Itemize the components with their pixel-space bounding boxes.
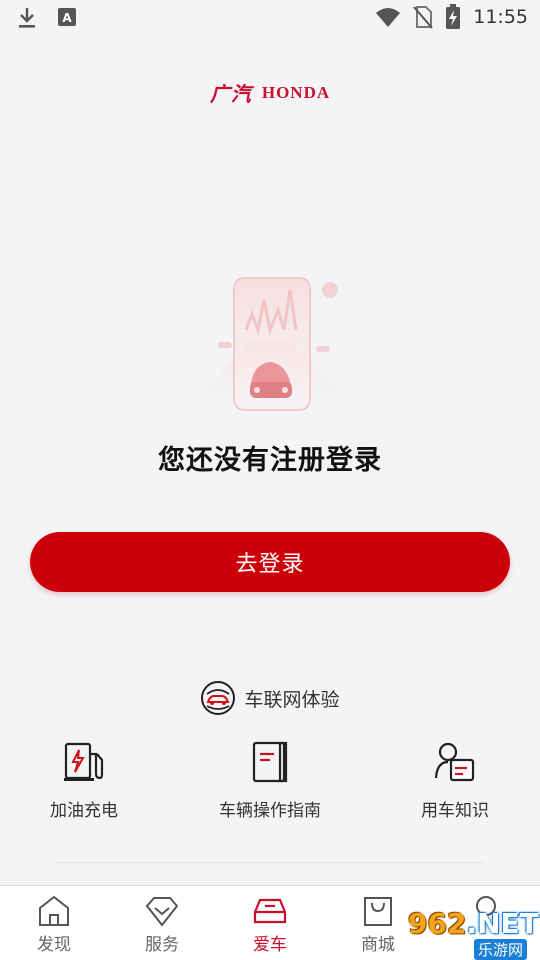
feature-shortcuts: 加油充电 车辆操作指南 用车知识 [0, 740, 540, 830]
fuel-charge-icon [64, 742, 104, 781]
empty-state-title-wrap: 您还没有注册登录 [0, 438, 540, 483]
car-icon [253, 898, 287, 924]
watermark-domain: .NET [466, 907, 539, 940]
watermark-logo: 962.NET [408, 907, 539, 940]
status-right-icons: 11:55 [375, 4, 528, 30]
tab-service[interactable]: 服务 [108, 894, 216, 955]
feature-car-knowledge[interactable]: 用车知识 [385, 740, 525, 821]
tab-my-car-label: 爱车 [253, 935, 287, 955]
feature-fuel-charge-label: 加油充电 [50, 801, 118, 821]
battery-charging-icon [446, 4, 461, 29]
status-left-icons: A [16, 6, 78, 30]
diamond-icon [145, 897, 179, 927]
brand-logo: 广汽 HONDA [0, 78, 540, 107]
brand-honda-text: HONDA [261, 82, 331, 102]
iov-experience-link[interactable]: 车联网体验 [0, 680, 540, 716]
a-notification-icon: A [58, 8, 76, 26]
empty-state-title-text: 您还没有注册登录 [158, 445, 382, 476]
wifi-icon [376, 8, 401, 27]
feature-car-knowledge-label: 用车知识 [421, 801, 489, 821]
section-divider [56, 862, 484, 863]
feature-vehicle-manual-label: 车辆操作指南 [219, 801, 321, 821]
tab-my-car[interactable]: 爱车 [216, 894, 324, 955]
manual-book-icon [252, 741, 288, 783]
app-screen: A 11:55 广汽 HONDA 您还没有注册登录 去登录 车联网体验 加油充电… [0, 0, 540, 960]
tab-service-label: 服务 [145, 935, 179, 955]
watermark-sitename: 乐游网 [474, 939, 528, 960]
feature-vehicle-manual[interactable]: 车辆操作指南 [200, 740, 340, 821]
tab-discover[interactable]: 发现 [0, 894, 108, 955]
empty-state-title: 您还没有注册登录 [156, 438, 382, 483]
no-sim-icon [413, 6, 433, 29]
feature-fuel-charge[interactable]: 加油充电 [14, 740, 154, 821]
status-bar: A 11:55 [0, 0, 540, 36]
knowledge-card-icon [434, 742, 475, 782]
empty-state-illustration [180, 277, 365, 420]
svg-text:A: A [62, 11, 72, 25]
watermark-number: 962 [408, 907, 467, 940]
iov-experience-label: 车联网体验 [244, 688, 340, 711]
shopping-bag-icon [364, 897, 392, 926]
download-icon [19, 8, 35, 28]
login-button[interactable]: 去登录 [30, 532, 510, 592]
site-watermark: 962.NET 乐游网 [400, 905, 540, 960]
connected-car-icon [201, 681, 236, 715]
status-time: 11:55 [473, 6, 528, 28]
home-icon [39, 895, 69, 926]
tab-discover-label: 发现 [37, 935, 71, 955]
brand-gac-text: 广汽 [209, 82, 252, 106]
